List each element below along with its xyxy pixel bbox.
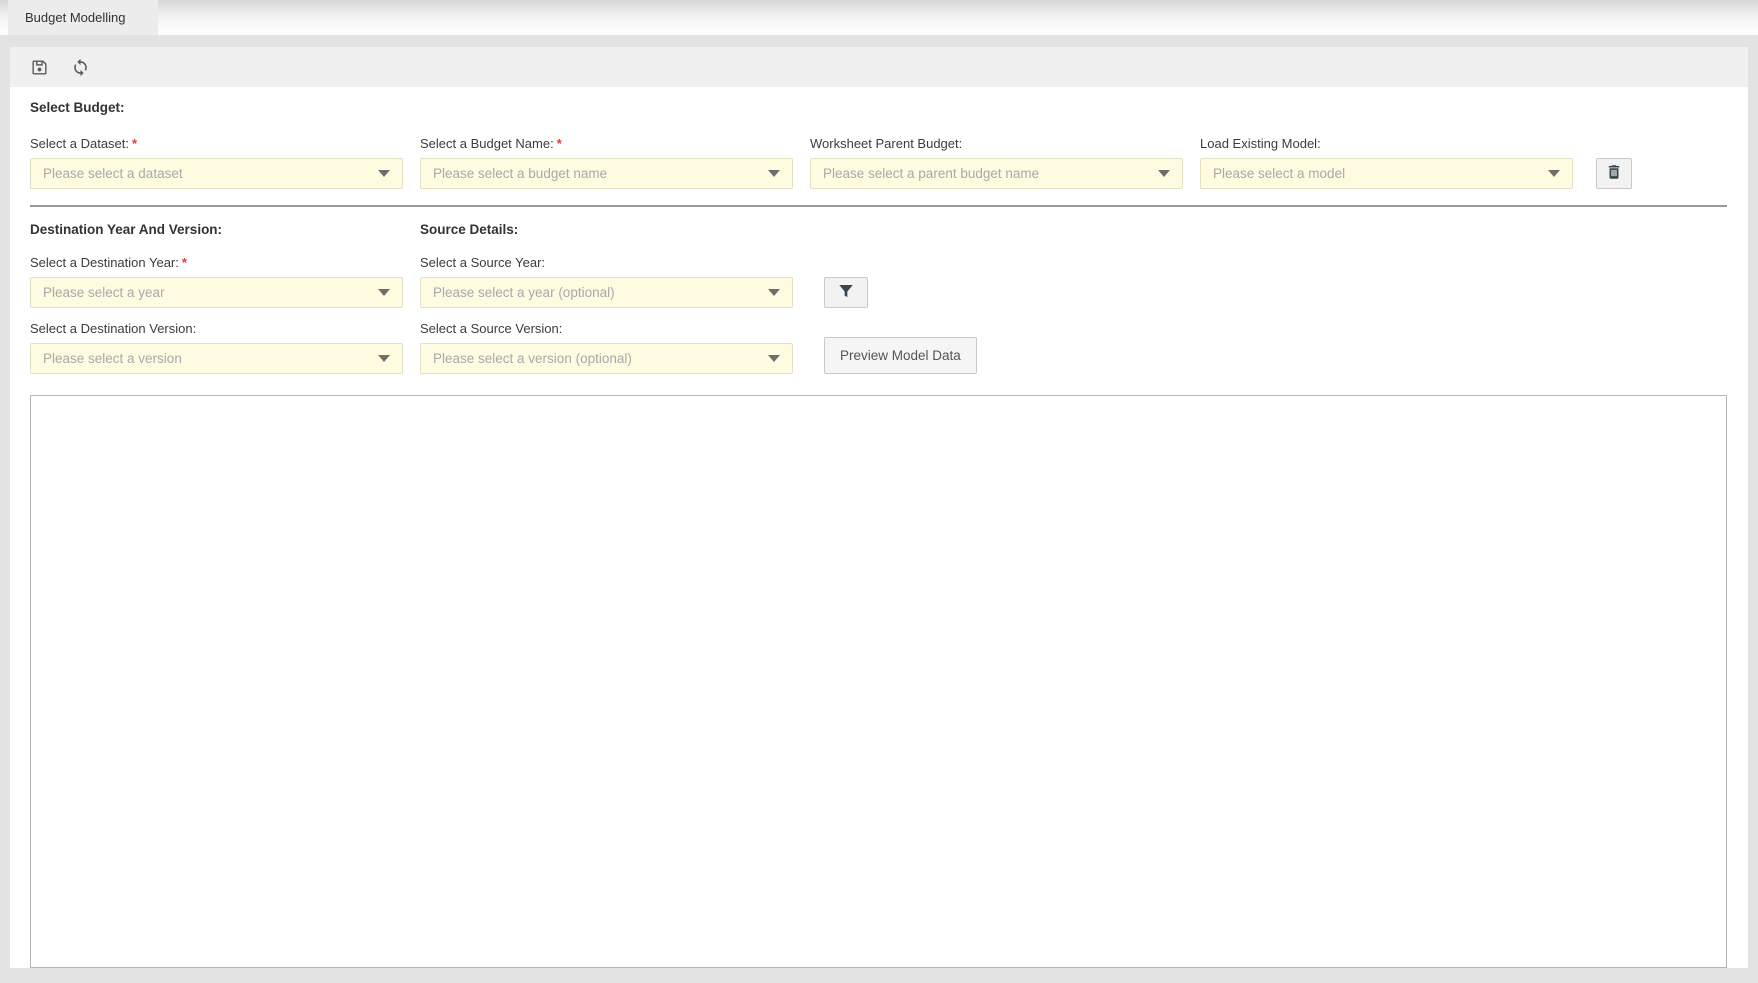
budget-name-field-group: Select a Budget Name:* Please select a b… xyxy=(420,136,793,189)
destination-year-field-group: Select a Destination Year:* Please selec… xyxy=(30,255,403,308)
destination-heading: Destination Year And Version: xyxy=(30,222,403,237)
budget-name-select[interactable]: Please select a budget name xyxy=(420,158,793,189)
chevron-down-icon xyxy=(378,170,390,177)
parent-budget-label: Worksheet Parent Budget: xyxy=(810,136,1183,151)
tab-strip: Budget Modelling xyxy=(0,0,1758,35)
toolbar xyxy=(10,47,1748,87)
source-heading: Source Details: xyxy=(420,222,793,237)
tab-budget-modelling[interactable]: Budget Modelling xyxy=(8,0,158,35)
chevron-down-icon xyxy=(768,289,780,296)
year-row: Select a Destination Year:* Please selec… xyxy=(30,255,1727,308)
refresh-icon xyxy=(71,58,90,77)
source-year-select[interactable]: Please select a year (optional) xyxy=(420,277,793,308)
existing-model-label: Load Existing Model: xyxy=(1200,136,1573,151)
delete-model-button[interactable] xyxy=(1596,158,1632,189)
dataset-placeholder: Please select a dataset xyxy=(43,166,378,181)
filter-button[interactable] xyxy=(824,277,868,308)
budget-name-label: Select a Budget Name:* xyxy=(420,136,793,151)
chevron-down-icon xyxy=(768,355,780,362)
parent-budget-placeholder: Please select a parent budget name xyxy=(823,166,1158,181)
tab-label: Budget Modelling xyxy=(25,10,125,25)
parent-budget-select[interactable]: Please select a parent budget name xyxy=(810,158,1183,189)
destination-year-select[interactable]: Please select a year xyxy=(30,277,403,308)
existing-model-field-group: Load Existing Model: Please select a mod… xyxy=(1200,136,1573,189)
save-icon xyxy=(30,58,49,77)
section-divider xyxy=(30,205,1727,207)
destination-version-label: Select a Destination Version: xyxy=(30,321,403,336)
source-year-placeholder: Please select a year (optional) xyxy=(433,285,768,300)
chevron-down-icon xyxy=(378,355,390,362)
destination-version-field-group: Select a Destination Version: Please sel… xyxy=(30,321,403,374)
existing-model-placeholder: Please select a model xyxy=(1213,166,1548,181)
dataset-label: Select a Dataset:* xyxy=(30,136,403,151)
source-version-label: Select a Source Version: xyxy=(420,321,793,336)
source-version-field-group: Select a Source Version: Please select a… xyxy=(420,321,793,374)
filter-icon xyxy=(837,282,855,303)
chevron-down-icon xyxy=(378,289,390,296)
refresh-button[interactable] xyxy=(69,56,91,78)
save-button[interactable] xyxy=(28,56,50,78)
form-content: Select Budget: Select a Dataset:* Please… xyxy=(10,87,1748,968)
required-marker: * xyxy=(182,255,187,270)
destination-year-placeholder: Please select a year xyxy=(43,285,378,300)
section-headers-row: Destination Year And Version: Source Det… xyxy=(30,222,1727,237)
parent-budget-field-group: Worksheet Parent Budget: Please select a… xyxy=(810,136,1183,189)
chevron-down-icon xyxy=(768,170,780,177)
chevron-down-icon xyxy=(1158,170,1170,177)
preview-model-data-button[interactable]: Preview Model Data xyxy=(824,337,977,374)
destination-version-select[interactable]: Please select a version xyxy=(30,343,403,374)
destination-year-label: Select a Destination Year:* xyxy=(30,255,403,270)
main-card: Select Budget: Select a Dataset:* Please… xyxy=(10,47,1748,968)
model-data-panel xyxy=(30,395,1727,968)
source-version-select[interactable]: Please select a version (optional) xyxy=(420,343,793,374)
source-year-field-group: Select a Source Year: Please select a ye… xyxy=(420,255,793,308)
chevron-down-icon xyxy=(1548,170,1560,177)
budget-name-placeholder: Please select a budget name xyxy=(433,166,768,181)
strip-gap xyxy=(0,35,1758,47)
existing-model-select[interactable]: Please select a model xyxy=(1200,158,1573,189)
source-year-label: Select a Source Year: xyxy=(420,255,793,270)
dataset-select[interactable]: Please select a dataset xyxy=(30,158,403,189)
select-budget-heading: Select Budget: xyxy=(30,100,1727,115)
budget-row: Select a Dataset:* Please select a datas… xyxy=(30,136,1727,189)
version-row: Select a Destination Version: Please sel… xyxy=(30,321,1727,374)
required-marker: * xyxy=(132,136,137,151)
destination-version-placeholder: Please select a version xyxy=(43,351,378,366)
required-marker: * xyxy=(557,136,562,151)
dataset-field-group: Select a Dataset:* Please select a datas… xyxy=(30,136,403,189)
trash-icon xyxy=(1605,163,1623,184)
source-version-placeholder: Please select a version (optional) xyxy=(433,351,768,366)
